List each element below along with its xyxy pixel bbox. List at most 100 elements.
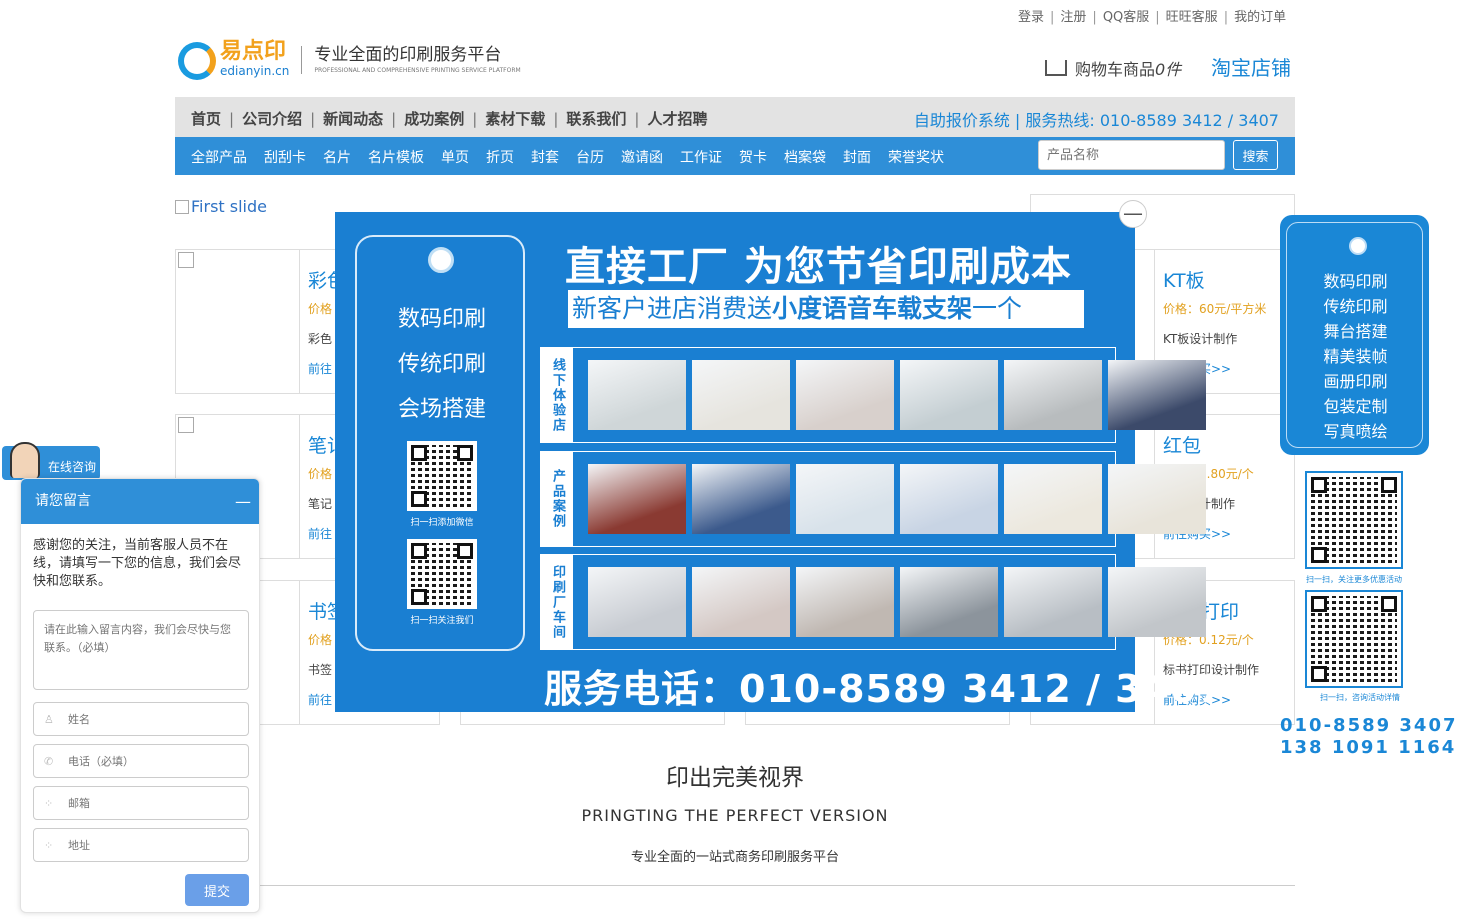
promo-popup[interactable]: 数码印刷 传统印刷 会场搭建 扫一扫添加微信 扫一扫关注我们 直接工厂 为您节省… <box>335 212 1224 712</box>
email-input[interactable] <box>68 793 238 813</box>
photo-thumbnail <box>900 360 998 430</box>
cart-link[interactable]: 购物车商品 0件 <box>1045 56 1181 80</box>
nav-contact[interactable]: 联系我们 <box>566 110 626 128</box>
float-service[interactable]: 传统印刷 <box>1287 294 1424 319</box>
float-service[interactable]: 画册印刷 <box>1287 369 1424 394</box>
chat-widget: 请您留言 — 感谢您的关注，当前客服人员不在线，请填写一下您的信息，我们会尽快和… <box>20 478 260 913</box>
qq-service-link[interactable]: QQ客服 <box>1103 10 1149 25</box>
photo-thumbnail <box>900 567 998 637</box>
chat-header: 请您留言 — <box>21 479 259 524</box>
cat-work-badge[interactable]: 工作证 <box>680 150 722 166</box>
photo-thumbnail <box>1108 464 1206 534</box>
phone-icon: ✆ <box>44 755 54 768</box>
cat-folded[interactable]: 折页 <box>486 150 514 166</box>
phone-field[interactable]: ✆ <box>33 744 249 778</box>
taobao-store-link[interactable]: 淘宝店铺 <box>1211 52 1291 81</box>
cat-scratch-card[interactable]: 刮刮卡 <box>264 150 306 166</box>
logo-slogan: 专业全面的印刷服务平台 <box>314 45 502 65</box>
cat-invitation[interactable]: 邀请函 <box>621 150 663 166</box>
cart-icon <box>1045 60 1067 76</box>
site-logo[interactable]: 易点印 edianyin.cn 专业全面的印刷服务平台 PROFESSIONAL… <box>178 40 521 80</box>
name-input[interactable] <box>68 709 238 729</box>
phone-input[interactable] <box>68 751 238 771</box>
quote-hotline[interactable]: 自助报价系统 | 服务热线: 010-8589 3412 / 3407 <box>914 107 1279 131</box>
logo-name-en: edianyin.cn <box>220 64 290 78</box>
cat-flyer[interactable]: 单页 <box>441 150 469 166</box>
nav-cases[interactable]: 成功案例 <box>404 110 464 128</box>
buy-link[interactable]: 前往 <box>308 691 332 708</box>
address-field[interactable]: ⁘ <box>33 828 249 862</box>
online-consult-tab[interactable]: 在线咨询 <box>2 442 100 480</box>
photo-thumbnail <box>588 464 686 534</box>
qr-caption: 扫一扫，关注更多优惠活动 <box>1306 575 1402 584</box>
login-link[interactable]: 登录 <box>1018 10 1044 25</box>
photo-thumbnail <box>1004 567 1102 637</box>
popup-close-button[interactable]: — <box>1119 200 1147 228</box>
cart-count: 0件 <box>1155 60 1182 79</box>
product-price: 价格 <box>308 302 333 316</box>
product-name[interactable]: 红包 <box>1163 431 1201 458</box>
email-field[interactable]: ⁘ <box>33 786 249 820</box>
wangwang-service-link[interactable]: 旺旺客服 <box>1166 10 1218 25</box>
float-phone: 010-8589 3407 <box>1280 715 1458 736</box>
buy-link[interactable]: 前往 <box>308 360 332 377</box>
float-service[interactable]: 包装定制 <box>1287 394 1424 419</box>
right-float-tag[interactable]: 数码印刷 传统印刷 舞台搭建 精美装帧 画册印刷 包装定制 写真喷绘 <box>1280 215 1429 455</box>
cat-greeting-card[interactable]: 贺卡 <box>739 150 767 166</box>
chat-submit-button[interactable]: 提交 <box>185 874 249 906</box>
register-link[interactable]: 注册 <box>1060 10 1086 25</box>
cat-calendar[interactable]: 台历 <box>576 150 604 166</box>
top-links: 登录 | 注册 | QQ客服 | 旺旺客服 | 我的订单 <box>1018 10 1287 25</box>
cart-label: 购物车商品 <box>1075 60 1156 79</box>
cat-envelope[interactable]: 封套 <box>531 150 559 166</box>
chat-message-input[interactable] <box>33 610 249 690</box>
photo-thumbnail <box>692 567 790 637</box>
cat-card-template[interactable]: 名片模板 <box>368 150 424 166</box>
float-service[interactable]: 写真喷绘 <box>1287 419 1424 444</box>
nav-jobs[interactable]: 人才招聘 <box>647 110 707 128</box>
row-label: 线下体验店 <box>541 348 573 442</box>
broken-image-icon <box>178 252 194 268</box>
logo-name-cn: 易点印 <box>220 39 287 64</box>
tag-service: 会场搭建 <box>397 397 486 422</box>
buy-link[interactable]: 前往 <box>308 525 332 542</box>
qr-caption: 扫一扫，咨询活动详情 <box>1320 693 1400 702</box>
my-orders-link[interactable]: 我的订单 <box>1234 10 1286 25</box>
photo-thumbnail <box>692 464 790 534</box>
product-desc: 书签 <box>308 663 333 677</box>
photo-thumbnail <box>796 360 894 430</box>
nav-about[interactable]: 公司介绍 <box>242 110 302 128</box>
nav-home[interactable]: 首页 <box>191 110 221 128</box>
cat-certificate[interactable]: 荣誉奖状 <box>888 150 944 166</box>
promo-suffix: 一个 <box>972 294 1023 323</box>
agent-avatar <box>10 442 40 478</box>
float-service[interactable]: 精美装帧 <box>1287 344 1424 369</box>
product-name[interactable]: KT板 <box>1163 266 1205 293</box>
chat-minimize-button[interactable]: — <box>235 479 251 524</box>
name-field[interactable]: ♙ <box>33 702 249 736</box>
row-label: 产品案例 <box>541 452 573 546</box>
main-nav: 首页 | 公司介绍 | 新闻动态 | 成功案例 | 素材下载 | 联系我们 | 人才招聘 自助报价系统 … <box>175 97 1295 137</box>
cat-cover[interactable]: 封面 <box>843 150 871 166</box>
cat-file-bag[interactable]: 档案袋 <box>784 150 826 166</box>
float-service[interactable]: 数码印刷 <box>1287 269 1424 294</box>
address-input[interactable] <box>68 835 238 855</box>
photo-thumbnail <box>796 567 894 637</box>
footer-divider <box>175 885 1295 886</box>
product-image[interactable] <box>176 250 300 393</box>
cat-business-card[interactable]: 名片 <box>323 150 351 166</box>
carousel-slide[interactable]: First slide <box>175 197 267 216</box>
search-button[interactable]: 搜索 <box>1233 140 1278 170</box>
float-service[interactable]: 舞台搭建 <box>1287 319 1424 344</box>
photo-thumbnail <box>1108 567 1206 637</box>
photo-row-cases: 产品案例 <box>540 451 1206 547</box>
search-input[interactable] <box>1038 140 1225 170</box>
nav-downloads[interactable]: 素材下载 <box>485 110 545 128</box>
follow-qr-code <box>407 539 477 609</box>
logo-slogan-en: PROFESSIONAL AND COMPREHENSIVE PRINTING … <box>314 67 521 74</box>
nav-news[interactable]: 新闻动态 <box>323 110 383 128</box>
qr-caption: 扫一扫关注我们 <box>410 616 474 626</box>
popup-promo: 新客户进店消费送小度语音车载支架一个 <box>568 290 1084 328</box>
cat-all[interactable]: 全部产品 <box>191 150 247 166</box>
photo-row-store: 线下体验店 <box>540 347 1206 443</box>
